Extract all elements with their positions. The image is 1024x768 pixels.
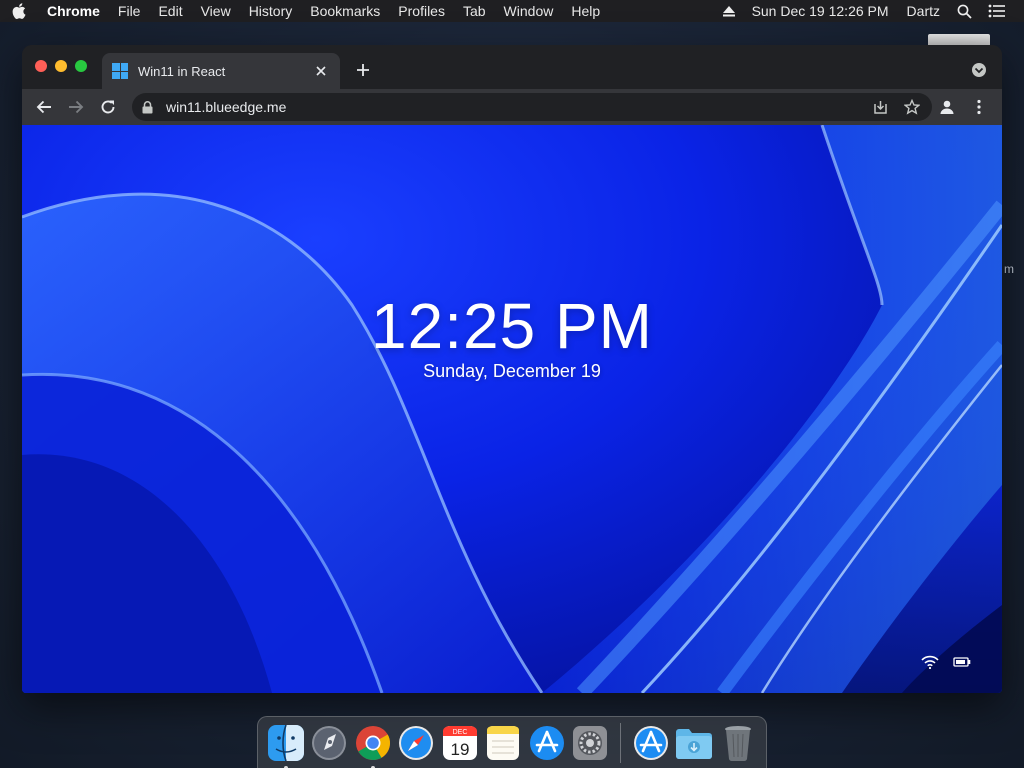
- menu-bookmarks[interactable]: Bookmarks: [301, 3, 389, 19]
- downloads-folder-icon[interactable]: [674, 723, 714, 763]
- browser-tab-active[interactable]: Win11 in React: [102, 53, 340, 89]
- menu-window[interactable]: Window: [495, 3, 563, 19]
- app-store-icon[interactable]: [527, 723, 567, 763]
- dock-separator: [620, 723, 621, 763]
- window-maximize-button[interactable]: [75, 60, 87, 72]
- plus-icon: [357, 64, 369, 76]
- tab-search-icon[interactable]: [970, 61, 988, 79]
- notes-icon[interactable]: [484, 723, 524, 763]
- system-preferences-icon[interactable]: [571, 723, 611, 763]
- menu-profiles[interactable]: Profiles: [389, 3, 454, 19]
- browser-toolbar: win11.blueedge.me: [22, 89, 1002, 125]
- address-bar-actions: [858, 97, 932, 117]
- reload-icon[interactable]: [97, 96, 119, 118]
- window-minimize-button[interactable]: [55, 60, 67, 72]
- bookmark-star-icon[interactable]: [902, 97, 922, 117]
- safari-icon[interactable]: [397, 723, 437, 763]
- tab-strip: Win11 in React: [22, 45, 1002, 89]
- menubar-status-area: Sun Dec 19 12:26 PM Dartz: [715, 0, 1024, 22]
- calendar-month: DEC: [452, 729, 467, 736]
- tab-title: Win11 in React: [138, 63, 226, 79]
- forward-arrow-icon[interactable]: [65, 96, 87, 118]
- window-close-button[interactable]: [35, 60, 47, 72]
- finder-icon[interactable]: [266, 723, 306, 768]
- lock-icon[interactable]: [142, 100, 156, 114]
- desktop-edge-text: m: [1004, 262, 1014, 276]
- lock-screen-time: 12:25 PM: [371, 290, 653, 362]
- url-text: win11.blueedge.me: [166, 99, 287, 115]
- windows-logo-icon: [112, 63, 128, 79]
- eject-icon[interactable]: [715, 5, 743, 17]
- battery-icon[interactable]: [951, 653, 973, 671]
- win11-lock-screen[interactable]: 12:25 PM Sunday, December 19: [22, 125, 1002, 693]
- new-tab-button[interactable]: [352, 59, 374, 81]
- chrome-window: Win11 in React win11.blueedge.me 12:25 P…: [22, 45, 1002, 693]
- calendar-day: 19: [450, 740, 469, 759]
- app-store-download-icon[interactable]: [631, 723, 671, 763]
- address-bar[interactable]: win11.blueedge.me: [132, 93, 932, 121]
- menu-history[interactable]: History: [240, 3, 302, 19]
- macos-dock: DEC 19: [257, 716, 767, 768]
- bloom-wallpaper: [22, 125, 1002, 693]
- launchpad-icon[interactable]: [310, 723, 350, 763]
- spotlight-search-icon[interactable]: [949, 4, 980, 19]
- menu-file[interactable]: File: [109, 3, 150, 19]
- menu-edit[interactable]: Edit: [149, 3, 191, 19]
- macos-menu-bar: Chrome File Edit View History Bookmarks …: [0, 0, 1024, 22]
- menubar-clock[interactable]: Sun Dec 19 12:26 PM: [743, 3, 898, 19]
- apple-icon[interactable]: [0, 3, 38, 19]
- lock-screen-date: Sunday, December 19: [423, 361, 601, 381]
- menu-help[interactable]: Help: [562, 3, 609, 19]
- chrome-icon[interactable]: [353, 723, 393, 768]
- back-arrow-icon[interactable]: [33, 96, 55, 118]
- menu-view[interactable]: View: [192, 3, 240, 19]
- more-vertical-icon[interactable]: [968, 96, 990, 118]
- menubar-user[interactable]: Dartz: [898, 3, 949, 19]
- menu-tab[interactable]: Tab: [454, 3, 495, 19]
- wifi-icon[interactable]: [919, 653, 941, 671]
- profile-icon[interactable]: [936, 96, 958, 118]
- control-center-icon[interactable]: [980, 4, 1014, 18]
- calendar-icon[interactable]: DEC 19: [440, 723, 480, 763]
- install-app-icon[interactable]: [870, 97, 890, 117]
- tab-close-icon[interactable]: [312, 62, 330, 80]
- trash-icon[interactable]: [718, 723, 758, 763]
- menu-app-name[interactable]: Chrome: [38, 3, 109, 19]
